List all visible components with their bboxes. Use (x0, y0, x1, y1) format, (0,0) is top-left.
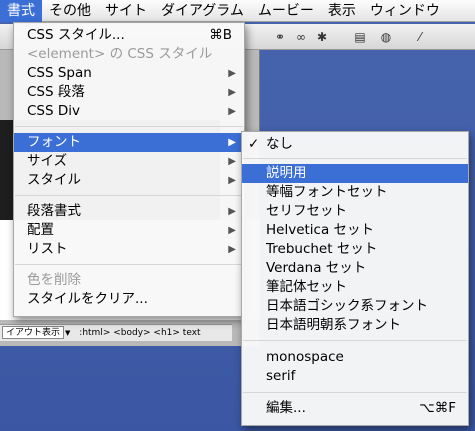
submenu-arrow-icon: ▶ (228, 156, 236, 167)
menu-item-label: CSS 段落 (27, 84, 85, 100)
menu-item-font[interactable]: フォント ▶ (14, 133, 244, 152)
view-mode-select[interactable]: イアウト表示 (2, 326, 65, 339)
menu-separator (243, 392, 467, 393)
menu-item-clear-style[interactable]: スタイルをクリア... (14, 290, 244, 309)
font-submenu: ✓ なし 説明用 等幅フォントセット セリフセット Helvetica セット … (241, 131, 469, 426)
shortcut-label: ⌥⌘F (419, 400, 456, 416)
font-item-edit[interactable]: 編集... ⌥⌘F (242, 399, 468, 418)
shortcut-label: ⌘B (209, 27, 232, 43)
menu-view[interactable]: 表示 (321, 0, 363, 22)
submenu-arrow-icon: ▶ (228, 106, 236, 117)
status-bar: イアウト表示 ▼ :html> <body> <h1> text (0, 324, 232, 341)
menu-item-label: なし (266, 136, 293, 152)
menu-item-label: スタイル (27, 172, 81, 188)
menu-item-label: フォント (27, 134, 81, 150)
menu-item-label: 編集... (266, 400, 306, 416)
menu-item-label: Trebuchet セット (266, 241, 378, 257)
font-item-serif-set[interactable]: セリフセット (242, 202, 468, 221)
menu-item-label: 配置 (27, 222, 54, 238)
menu-separator (243, 158, 467, 159)
font-item-helvetica-set[interactable]: Helvetica セット (242, 221, 468, 240)
link-icon[interactable]: ⚭ (272, 30, 288, 44)
wand-icon[interactable]: ⁄ (412, 30, 428, 44)
font-item-trebuchet-set[interactable]: Trebuchet セット (242, 240, 468, 259)
menu-item-label: monospace (266, 349, 344, 365)
menu-item-css-paragraph[interactable]: CSS 段落 ▶ (14, 83, 244, 102)
menu-item-label: セリフセット (266, 203, 347, 219)
menu-item-size[interactable]: サイズ ▶ (14, 152, 244, 171)
submenu-arrow-icon: ▶ (228, 87, 236, 98)
menu-item-label: CSS スタイル... (27, 27, 125, 43)
menu-item-label: 日本語明朝系フォント (266, 317, 401, 333)
font-item-cursive-set[interactable]: 筆記体セット (242, 278, 468, 297)
menu-item-label: 段落書式 (27, 203, 81, 219)
menu-item-paragraph-format[interactable]: 段落書式 ▶ (14, 202, 244, 221)
menu-other[interactable]: その他 (42, 0, 98, 22)
menu-separator (15, 126, 243, 127)
menu-item-list[interactable]: リスト ▶ (14, 240, 244, 259)
chain-icon[interactable]: ∞ (293, 30, 309, 44)
submenu-arrow-icon: ▶ (228, 68, 236, 79)
font-item-none[interactable]: ✓ なし (242, 135, 468, 154)
menu-item-label: <element> の CSS スタイル (27, 46, 213, 62)
menu-diagram[interactable]: ダイアグラム (154, 0, 251, 22)
menu-item-css-span[interactable]: CSS Span ▶ (14, 64, 244, 83)
menu-item-label: serif (266, 368, 296, 384)
font-item-serif[interactable]: serif (242, 367, 468, 386)
menu-movie[interactable]: ムービー (251, 0, 321, 22)
menu-item-label: 色を削除 (27, 272, 81, 288)
format-menu: CSS スタイル... ⌘B <element> の CSS スタイル CSS … (13, 22, 245, 317)
menu-format[interactable]: 書式 (0, 0, 42, 22)
submenu-arrow-icon: ▶ (228, 244, 236, 255)
menu-separator (15, 264, 243, 265)
menu-item-label: スタイルをクリア... (27, 291, 148, 307)
page-icon[interactable]: ▤ (352, 30, 368, 44)
menu-bar: 書式 その他 サイト ダイアグラム ムービー 表示 ウィンドウ (0, 0, 475, 22)
menu-item-label: CSS Div (27, 103, 80, 119)
menu-site[interactable]: サイト (98, 0, 154, 22)
menu-item-label: 日本語ゴシック系フォント (266, 298, 428, 314)
bug-icon[interactable]: ✱ (314, 30, 330, 44)
menu-item-label: Verdana セット (266, 260, 367, 276)
menu-item-remove-color: 色を削除 (14, 271, 244, 290)
menu-item-label: リスト (27, 241, 68, 257)
font-item-verdana-set[interactable]: Verdana セット (242, 259, 468, 278)
menu-item-style[interactable]: スタイル ▶ (14, 171, 244, 190)
menu-item-css-style[interactable]: CSS スタイル... ⌘B (14, 26, 244, 45)
font-item-description[interactable]: 説明用 (242, 164, 468, 183)
menu-item-element-css-style: <element> の CSS スタイル (14, 45, 244, 64)
submenu-arrow-icon: ▶ (228, 137, 236, 148)
menu-item-label: 筆記体セット (266, 279, 347, 295)
tag-path[interactable]: :html> <body> <h1> text (79, 325, 200, 341)
menu-item-label: 説明用 (266, 165, 307, 181)
font-item-monospace[interactable]: monospace (242, 348, 468, 367)
menu-item-css-div[interactable]: CSS Div ▶ (14, 102, 244, 121)
menu-separator (15, 195, 243, 196)
submenu-arrow-icon: ▶ (228, 225, 236, 236)
menu-item-label: Helvetica セット (266, 222, 375, 238)
menu-item-label: CSS Span (27, 65, 92, 81)
submenu-arrow-icon: ▶ (228, 206, 236, 217)
menu-separator (243, 340, 467, 341)
menu-item-label: 等幅フォントセット (266, 184, 388, 200)
font-item-japanese-mincho[interactable]: 日本語明朝系フォント (242, 316, 468, 335)
menu-item-label: サイズ (27, 153, 68, 169)
check-icon: ✓ (248, 136, 260, 152)
font-item-japanese-gothic[interactable]: 日本語ゴシック系フォント (242, 297, 468, 316)
globe-icon[interactable]: ◍ (378, 30, 394, 44)
submenu-arrow-icon: ▶ (228, 175, 236, 186)
font-item-monospace-set[interactable]: 等幅フォントセット (242, 183, 468, 202)
chevron-down-icon: ▼ (65, 329, 71, 337)
menu-item-align[interactable]: 配置 ▶ (14, 221, 244, 240)
menu-window[interactable]: ウィンドウ (363, 0, 447, 22)
